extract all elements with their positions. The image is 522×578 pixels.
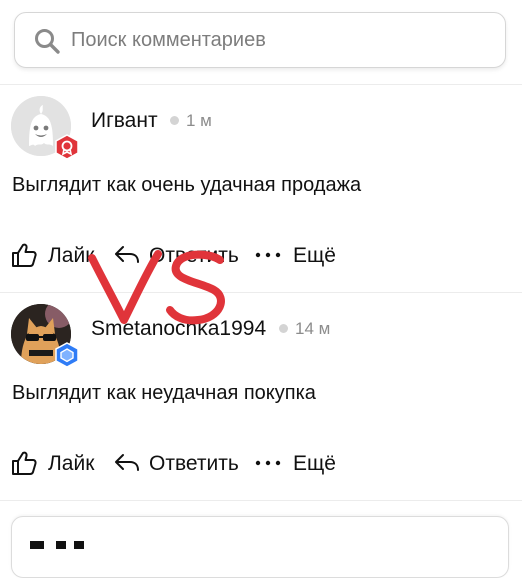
- separator-dot: [170, 116, 179, 125]
- blue-badge-icon: [55, 342, 79, 368]
- comment-text: Выглядит как очень удачная продажа: [12, 174, 362, 196]
- more-dots-icon: [255, 252, 281, 258]
- reply-icon: [115, 246, 139, 263]
- like-button[interactable]: Лайк: [10, 443, 102, 483]
- comment-author[interactable]: Smetanochka1994: [91, 317, 266, 341]
- red-badge-icon: [55, 134, 79, 160]
- reply-button[interactable]: Ответить: [113, 235, 249, 275]
- like-button[interactable]: Лайк: [10, 235, 102, 275]
- partial-text-glyphs: [30, 541, 84, 549]
- more-button[interactable]: Ещё: [254, 443, 338, 483]
- more-button[interactable]: Ещё: [254, 235, 338, 275]
- more-dots-icon: [255, 460, 281, 466]
- comment-search-bar: Поиск комментариев: [0, 0, 522, 85]
- reply-icon: [115, 454, 139, 471]
- reply-label: Ответить: [149, 244, 239, 267]
- like-label: Лайк: [48, 452, 95, 475]
- search-icon: [35, 29, 60, 54]
- like-label: Лайк: [48, 244, 95, 267]
- search-placeholder: Поиск комментариев: [71, 29, 266, 51]
- next-card: [11, 516, 509, 578]
- reply-label: Ответить: [149, 452, 239, 475]
- comment-time: 1 м: [186, 111, 212, 130]
- comment-time: 14 м: [295, 319, 331, 338]
- reply-button[interactable]: Ответить: [113, 443, 249, 483]
- comment-item: Smetanochka1994 14 м Выглядит как неудач…: [0, 293, 522, 501]
- comment-author[interactable]: Игвант: [91, 109, 158, 133]
- comment-item: Игвант 1 м Выглядит как очень удачная пр…: [0, 85, 522, 293]
- comment-actions: Лайк Ответить Ещё: [0, 443, 522, 483]
- comment-text: Выглядит как неудачная покупка: [12, 382, 316, 404]
- thumbs-up-icon: [12, 451, 37, 475]
- more-label: Ещё: [293, 452, 336, 475]
- comment-actions: Лайк Ответить Ещё: [0, 235, 522, 275]
- more-label: Ещё: [293, 244, 336, 267]
- search-input[interactable]: Поиск комментариев: [14, 12, 506, 68]
- thumbs-up-icon: [12, 243, 37, 267]
- separator-dot: [279, 324, 288, 333]
